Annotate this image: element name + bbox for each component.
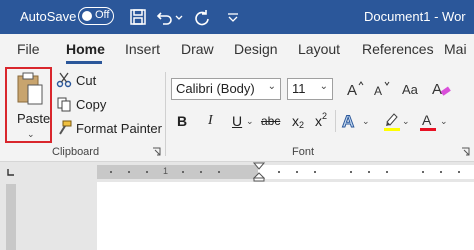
highlight-dropdown-icon[interactable]: ⌄ (402, 110, 410, 132)
copy-button[interactable]: Copy (56, 94, 106, 114)
grow-font-icon[interactable]: A (345, 79, 365, 99)
font-dialog-launcher-icon[interactable] (461, 147, 470, 156)
ruler-tick (128, 171, 130, 173)
indent-marker-icon[interactable] (253, 162, 265, 182)
cut-label: Cut (76, 72, 97, 88)
chevron-down-icon: ⌄ (319, 81, 328, 92)
copy-label: Copy (76, 96, 107, 112)
format-painter-button[interactable]: Format Painter (56, 118, 162, 138)
font-group-label: Font (292, 146, 315, 158)
font-size-value: 11 (292, 81, 306, 96)
save-icon[interactable] (128, 7, 148, 27)
clipboard-group-label: Clipboard (52, 146, 100, 158)
ruler-tick (458, 171, 460, 173)
italic-button[interactable]: I (208, 110, 213, 132)
tab-design[interactable]: Design (234, 41, 278, 57)
clear-formatting-icon[interactable]: A (430, 78, 454, 100)
ruler-tick (440, 171, 442, 173)
copy-icon (57, 97, 71, 112)
ruler-tick (422, 171, 424, 173)
svg-text:A: A (347, 82, 357, 99)
scissors-icon (56, 72, 72, 88)
title-bar: AutoSave Off Document1 - Wor (0, 0, 474, 34)
ruler-tick (314, 171, 316, 173)
underline-button[interactable]: U (232, 110, 242, 132)
font-color-icon[interactable]: A (418, 110, 438, 132)
vertical-ruler (6, 184, 16, 250)
tab-insert[interactable]: Insert (125, 41, 160, 57)
font-size-combo[interactable]: 11 ⌄ (287, 78, 333, 100)
ribbon: Paste ⌄ Cut Copy Format Painter Clipboar… (0, 64, 474, 162)
strikethrough-button[interactable]: abc (261, 110, 280, 132)
chevron-down-icon: ⌄ (267, 81, 276, 92)
svg-text:A: A (342, 112, 354, 131)
group-separator (165, 72, 166, 156)
tab-layout[interactable]: Layout (298, 41, 340, 57)
tab-file[interactable]: File (17, 41, 40, 57)
font-color-dropdown-icon[interactable]: ⌄ (440, 110, 448, 132)
horizontal-ruler: 1 (0, 162, 474, 182)
svg-text:A: A (422, 112, 432, 128)
superscript-letter: x (315, 113, 322, 129)
subscript-digit: 2 (299, 120, 305, 130)
ruler-tick (368, 171, 370, 173)
ruler-tick (110, 171, 112, 173)
font-separator (335, 110, 336, 132)
cut-button[interactable]: Cut (56, 70, 96, 90)
ruler-number: 1 (163, 166, 169, 176)
tab-draw[interactable]: Draw (181, 41, 214, 57)
paste-button[interactable]: Paste ⌄ (5, 67, 52, 143)
ruler-tick (350, 171, 352, 173)
tab-home[interactable]: Home (66, 41, 105, 57)
svg-text:Aa: Aa (402, 82, 419, 97)
customize-toolbar-icon[interactable] (226, 7, 240, 27)
clipboard-dialog-launcher-icon[interactable] (152, 147, 161, 156)
undo-dropdown-icon[interactable] (174, 7, 184, 27)
paste-dropdown-icon[interactable]: ⌄ (27, 129, 35, 140)
tab-mailings[interactable]: Mai (444, 41, 467, 57)
underline-dropdown-icon[interactable]: ⌄ (246, 110, 254, 132)
text-effects-icon[interactable]: A (340, 110, 362, 132)
paintbrush-icon (59, 120, 72, 135)
ruler-tick (146, 171, 148, 173)
ruler-tick (200, 171, 202, 173)
paste-label: Paste (17, 111, 51, 126)
superscript-digit: 2 (322, 111, 328, 121)
subscript-letter: x (292, 113, 299, 129)
change-case-icon[interactable]: Aa (400, 78, 422, 100)
svg-text:A: A (374, 84, 382, 98)
toggle-knob (82, 11, 92, 21)
clipboard-paste-icon (17, 72, 43, 105)
toggle-state: Off (95, 9, 110, 21)
tab-references[interactable]: References (362, 41, 434, 57)
highlight-icon[interactable] (382, 110, 402, 132)
ruler-left-margin (97, 165, 258, 179)
undo-icon[interactable] (155, 7, 175, 27)
ribbon-tabs: File Home Insert Draw Design Layout Refe… (0, 34, 474, 64)
font-name-value: Calibri (Body) (176, 81, 255, 96)
bold-button[interactable]: B (177, 110, 187, 132)
ruler-tick (182, 171, 184, 173)
superscript-button[interactable]: x2 (315, 110, 327, 132)
shrink-font-icon[interactable]: A (372, 79, 392, 99)
ruler-tick (296, 171, 298, 173)
ruler-tick (386, 171, 388, 173)
ruler-tick (278, 171, 280, 173)
ruler-tick (218, 171, 220, 173)
svg-text:A: A (432, 81, 442, 98)
autosave-toggle[interactable]: Off (78, 7, 114, 25)
autosave-label: AutoSave (20, 9, 77, 24)
redo-icon[interactable] (192, 7, 212, 27)
document-title: Document1 - Wor (364, 9, 466, 24)
subscript-button[interactable]: x2 (292, 110, 304, 132)
font-name-combo[interactable]: Calibri (Body) ⌄ (171, 78, 281, 100)
tab-selector-icon[interactable] (6, 167, 16, 177)
text-effects-dropdown-icon[interactable]: ⌄ (362, 110, 370, 132)
document-page[interactable] (97, 182, 474, 250)
format-painter-label: Format Painter (76, 120, 162, 136)
